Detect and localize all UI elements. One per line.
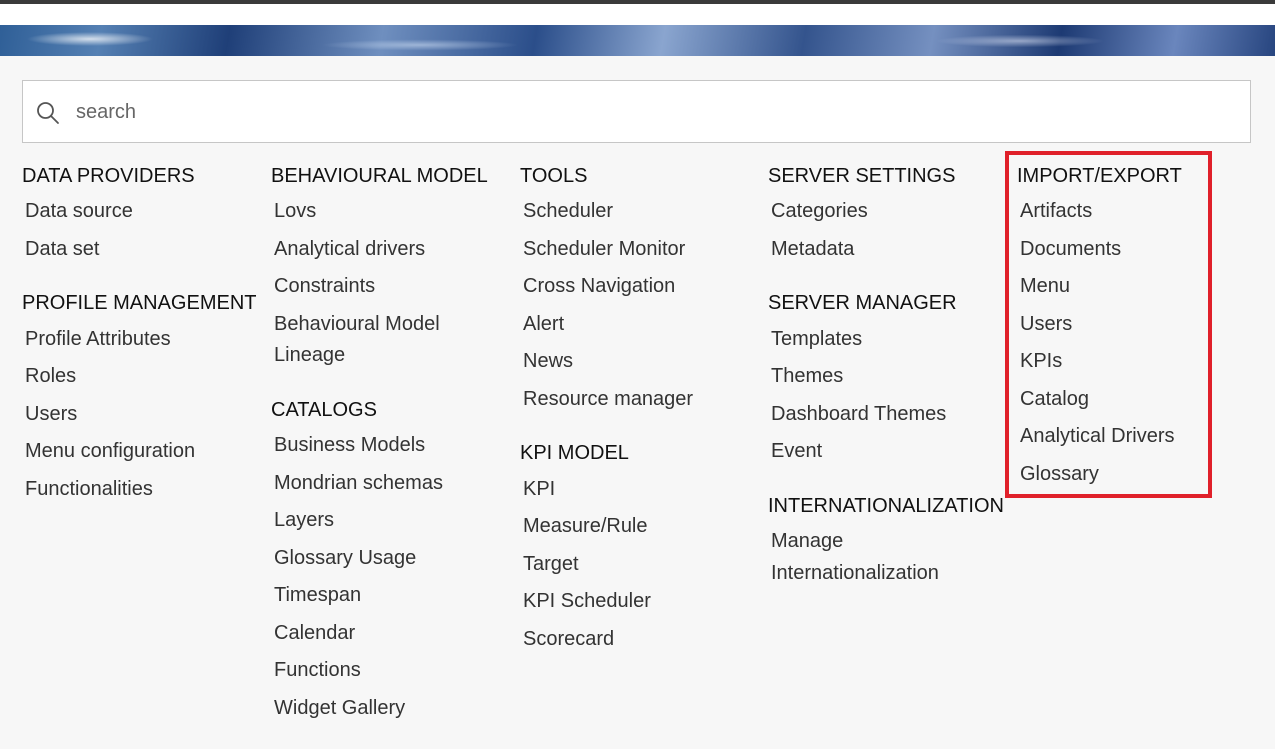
- menu-item-menu-configuration[interactable]: Menu configuration: [25, 439, 195, 463]
- banner-image: [0, 25, 1275, 56]
- menu-item-cross-navigation[interactable]: Cross Navigation: [523, 274, 675, 298]
- search-input[interactable]: [76, 94, 1236, 130]
- menu-item-functionalities[interactable]: Functionalities: [25, 477, 153, 501]
- heading-catalogs: CATALOGS: [271, 399, 377, 421]
- menu-item-target[interactable]: Target: [523, 552, 579, 576]
- menu-item-event[interactable]: Event: [771, 439, 822, 463]
- menu-item-functions[interactable]: Functions: [274, 658, 361, 682]
- menu-item-roles[interactable]: Roles: [25, 364, 76, 388]
- menu-item-mondrian-schemas[interactable]: Mondrian schemas: [274, 471, 443, 495]
- menu-item-themes[interactable]: Themes: [771, 364, 843, 388]
- menu-item-widget-gallery[interactable]: Widget Gallery: [274, 696, 405, 720]
- menu-item-layers[interactable]: Layers: [274, 508, 334, 532]
- heading-server-settings: SERVER SETTINGS: [768, 165, 956, 187]
- heading-tools: TOOLS: [520, 165, 588, 187]
- menu-item-manage-internationalization[interactable]: Manage: [771, 529, 843, 553]
- menu-item-metadata[interactable]: Metadata: [771, 237, 854, 261]
- menu-item-alert[interactable]: Alert: [523, 312, 564, 336]
- header-strip: [0, 4, 1275, 25]
- menu-item-data-source[interactable]: Data source: [25, 199, 133, 223]
- heading-behavioural-model: BEHAVIOURAL MODEL: [271, 165, 488, 187]
- menu-item-behavioural-model-lineage[interactable]: Behavioural Model: [274, 312, 440, 336]
- heading-data-providers: DATA PROVIDERS: [22, 165, 195, 187]
- menu-item-calendar[interactable]: Calendar: [274, 621, 355, 645]
- menu-item-analytical-drivers[interactable]: Analytical drivers: [274, 237, 425, 261]
- heading-kpi-model: KPI MODEL: [520, 442, 629, 464]
- menu-item-news[interactable]: News: [523, 349, 573, 373]
- menu-item-scheduler[interactable]: Scheduler: [523, 199, 613, 223]
- menu-item-kpi[interactable]: KPI: [523, 477, 555, 501]
- menu-item-resource-manager[interactable]: Resource manager: [523, 387, 693, 411]
- menu-item-behavioural-model-lineage-line2[interactable]: Lineage: [274, 343, 345, 367]
- menu-item-manage-internationalization-line2[interactable]: Internationalization: [771, 561, 939, 585]
- menu-item-kpi-scheduler[interactable]: KPI Scheduler: [523, 589, 651, 613]
- menu-item-scorecard[interactable]: Scorecard: [523, 627, 614, 651]
- menu-item-data-set[interactable]: Data set: [25, 237, 99, 261]
- menu-item-scheduler-monitor[interactable]: Scheduler Monitor: [523, 237, 685, 261]
- search-icon: [37, 102, 59, 124]
- heading-internationalization: INTERNATIONALIZATION: [768, 495, 1004, 517]
- highlight-box: [1005, 151, 1212, 498]
- menu-item-business-models[interactable]: Business Models: [274, 433, 425, 457]
- menu-item-users[interactable]: Users: [25, 402, 77, 426]
- menu-item-templates[interactable]: Templates: [771, 327, 862, 351]
- menu-item-glossary-usage[interactable]: Glossary Usage: [274, 546, 416, 570]
- menu-item-dashboard-themes[interactable]: Dashboard Themes: [771, 402, 946, 426]
- menu-item-constraints[interactable]: Constraints: [274, 274, 375, 298]
- menu-item-categories[interactable]: Categories: [771, 199, 868, 223]
- menu-item-measure-rule[interactable]: Measure/Rule: [523, 514, 648, 538]
- menu-item-lovs[interactable]: Lovs: [274, 199, 316, 223]
- menu-item-profile-attributes[interactable]: Profile Attributes: [25, 327, 171, 351]
- heading-server-manager: SERVER MANAGER: [768, 292, 957, 314]
- menu-item-timespan[interactable]: Timespan: [274, 583, 361, 607]
- heading-profile-management: PROFILE MANAGEMENT: [22, 292, 257, 314]
